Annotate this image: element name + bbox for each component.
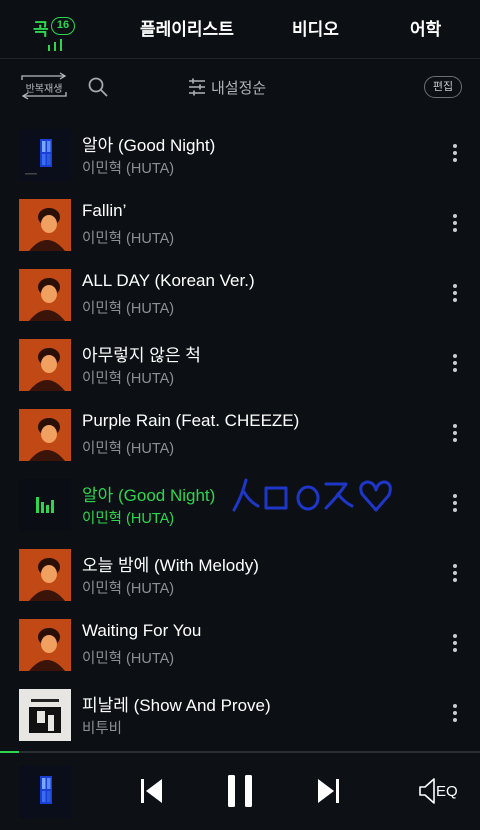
song-artist: 이민혁 (HUTA) [82,651,175,667]
more-vert-icon[interactable] [447,494,463,516]
more-vert-icon[interactable] [447,564,463,586]
next-icon[interactable] [316,778,340,804]
album-art [19,549,71,601]
eq-button[interactable]: EQ [418,776,460,806]
song-artist: 이민혁 (HUTA) [82,511,175,527]
list-item[interactable]: 알아 (Good Night) 이민혁 (HUTA) [0,120,480,190]
more-vert-icon[interactable] [447,704,463,726]
more-vert-icon[interactable] [447,634,463,656]
repeat-button[interactable]: 반복재생 [18,72,70,100]
equalizer-bars-icon [48,39,62,51]
song-artist: 이민혁 (HUTA) [82,581,175,597]
tab-songs-label: 곡 [33,20,49,39]
pause-icon[interactable] [226,774,254,808]
heart-icon [359,480,392,512]
search-icon[interactable] [88,77,108,97]
more-vert-icon[interactable] [447,354,463,376]
song-artist: 비투비 [82,721,123,737]
album-art [19,619,71,671]
edit-button[interactable]: 편집 [424,76,462,98]
album-art [19,689,71,741]
song-title: Fallin’ [82,201,127,220]
list-item[interactable]: Waiting For You 이민혁 (HUTA) [0,610,480,680]
album-art [19,339,71,391]
album-art [19,269,71,321]
tab-videos[interactable]: 비디오 [292,15,339,40]
list-item[interactable]: Fallin’ 이민혁 (HUTA) [0,190,480,260]
list-item[interactable]: Purple Rain (Feat. CHEEZE) 이민혁 (HUTA) [0,400,480,470]
album-art [19,199,71,251]
song-title: 오늘 밤에 (With Melody) [82,556,259,575]
song-artist: 이민혁 (HUTA) [82,301,175,317]
list-item[interactable]: ALL DAY (Korean Ver.) 이민혁 (HUTA) [0,260,480,330]
song-artist: 이민혁 (HUTA) [82,371,175,387]
album-art [19,129,71,181]
list-item[interactable]: 오늘 밤에 (With Melody) 이민혁 (HUTA) [0,540,480,610]
list-item[interactable]: 피날레 (Show And Prove) 비투비 [0,680,480,750]
tab-playlists-label: 플레이리스트 [140,20,234,39]
repeat-label: 반복재생 [25,84,63,95]
tab-songs[interactable]: 곡 [33,15,49,40]
song-artist: 이민혁 (HUTA) [82,231,175,247]
now-playing-art[interactable] [19,766,71,818]
mini-player: EQ [0,753,480,830]
eq-label: EQ [436,783,458,800]
speaker-eq-icon [419,778,435,804]
list-toolbar: 반복재생 내설정순 편집 [0,59,480,115]
album-art [19,409,71,461]
previous-icon[interactable] [140,778,164,804]
song-artist: 이민혁 (HUTA) [82,161,175,177]
tab-language-label: 어학 [410,20,442,39]
album-art [19,479,71,531]
handwritten-annotation [232,478,392,512]
song-title: 알아 (Good Night) [82,136,216,155]
song-artist: 이민혁 (HUTA) [82,441,175,457]
song-title: 아무렇지 않은 척 [82,346,201,365]
song-title: Purple Rain (Feat. CHEEZE) [82,411,300,430]
tab-language[interactable]: 어학 [410,15,441,40]
list-item[interactable]: 아무렇지 않은 척 이민혁 (HUTA) [0,330,480,400]
sort-label: 내설정순 [211,80,267,97]
sliders-icon [189,78,205,96]
song-count-badge: 16 [51,17,75,35]
more-vert-icon[interactable] [447,214,463,236]
more-vert-icon[interactable] [447,144,463,166]
more-vert-icon[interactable] [447,424,463,446]
song-title: Waiting For You [82,621,202,640]
more-vert-icon[interactable] [447,284,463,306]
tab-bar: 곡 16 플레이리스트 비디오 어학 [0,0,480,58]
tab-playlists[interactable]: 플레이리스트 [140,15,234,40]
tab-videos-label: 비디오 [292,20,339,39]
song-title: 알아 (Good Night) [82,486,216,505]
song-title: 피날레 (Show And Prove) [82,696,271,715]
song-title: ALL DAY (Korean Ver.) [82,271,255,290]
